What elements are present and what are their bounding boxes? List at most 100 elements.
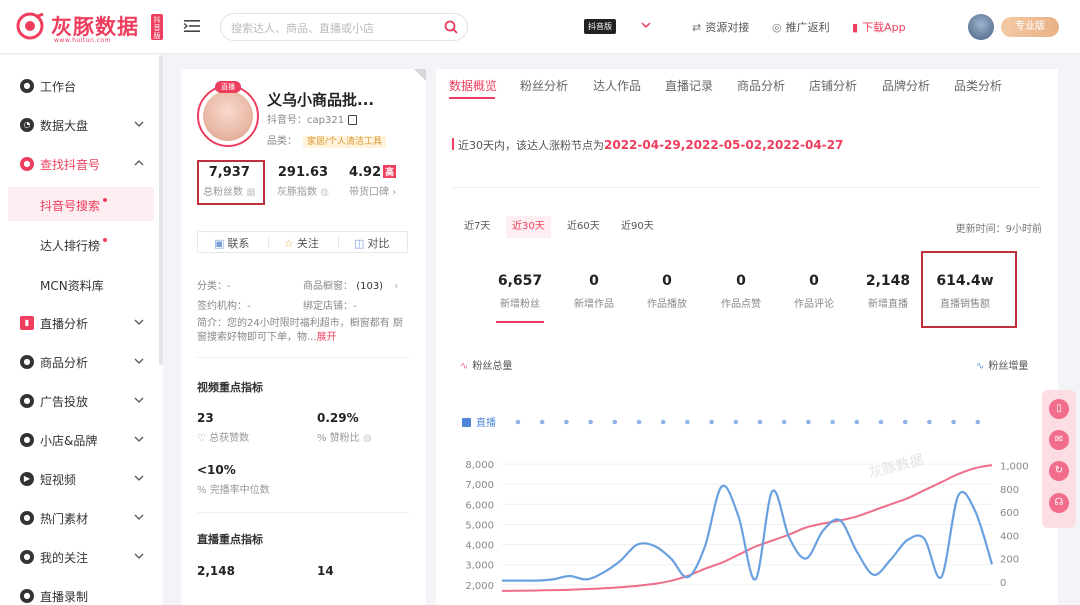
- tab-goods-analysis[interactable]: 商品分析: [737, 77, 785, 94]
- tab-fans-analysis[interactable]: 粉丝分析: [520, 77, 568, 94]
- data-icon: ◔: [20, 118, 34, 132]
- sidebar-item-my-follow[interactable]: ● 我的关注: [0, 538, 158, 576]
- live-dot[interactable]: [975, 419, 981, 425]
- sidebar-item-hot-material[interactable]: ● 热门素材: [0, 499, 158, 537]
- live-dot[interactable]: [539, 419, 545, 425]
- resource-link[interactable]: ⇄ 资源对接: [692, 19, 749, 35]
- help-icon[interactable]: ◍: [320, 187, 329, 198]
- sidebar-item-ads[interactable]: ● 广告投放: [0, 382, 158, 420]
- sidebar-subitem-mcn[interactable]: MCN资料库: [0, 267, 158, 301]
- pro-badge[interactable]: 专业版: [1001, 17, 1059, 37]
- live-dot[interactable]: [854, 419, 860, 425]
- sidebar-item-data-overview[interactable]: ◔ 数据大盘: [0, 106, 158, 144]
- notice-prefix: 近30天内，该达人涨粉节点为: [458, 139, 604, 152]
- live-dot[interactable]: [564, 419, 569, 425]
- kpi-new-works[interactable]: 0 新增作品: [562, 273, 626, 310]
- metric-total-likes: 23 ♡ 总获赞数: [197, 411, 249, 444]
- tab-shop-analysis[interactable]: 店铺分析: [809, 77, 857, 94]
- live-dot[interactable]: [757, 419, 763, 425]
- phone-icon[interactable]: ▯: [1049, 399, 1069, 419]
- kpi-work-likes[interactable]: 0 作品点赞: [709, 273, 773, 310]
- kpi-new-fans[interactable]: 6,657 新增粉丝: [488, 273, 552, 310]
- tab-works[interactable]: 达人作品: [593, 77, 641, 94]
- live-dot[interactable]: [636, 419, 642, 425]
- tab-category-analysis[interactable]: 品类分析: [954, 77, 1002, 94]
- live-dot[interactable]: [709, 419, 714, 425]
- menu-toggle-icon[interactable]: [183, 17, 201, 35]
- legend-fans-total[interactable]: ∿ 粉丝总量: [460, 357, 512, 372]
- search-input[interactable]: [231, 19, 436, 37]
- tab-brand-analysis[interactable]: 品牌分析: [882, 77, 930, 94]
- compare-button[interactable]: ◫ 对比: [354, 235, 389, 251]
- live-dot[interactable]: [830, 419, 835, 425]
- kpi-work-plays[interactable]: 0 作品播放: [635, 273, 699, 310]
- sidebar-item-live-analysis[interactable]: ▮ 直播分析: [0, 304, 158, 342]
- live-dot[interactable]: [878, 419, 884, 425]
- live-dot[interactable]: [733, 419, 739, 425]
- download-app-link[interactable]: ▮ 下载App: [852, 19, 906, 35]
- live-tag: 直播: [215, 81, 241, 93]
- kpi-new-lives[interactable]: 2,148 新增直播: [856, 273, 920, 310]
- range-30-days[interactable]: 近30天: [506, 216, 551, 238]
- sidebar-item-find-account[interactable]: ● 查找抖音号: [0, 145, 158, 183]
- live-dot[interactable]: [660, 419, 666, 425]
- contact-button[interactable]: ▣ 联系: [214, 235, 249, 251]
- video-icon: ▶: [20, 472, 34, 486]
- tab-data-overview[interactable]: 数据概览: [449, 77, 497, 94]
- right-tick-label: 600: [1000, 508, 1019, 519]
- range-60-days[interactable]: 近60天: [561, 216, 606, 238]
- share-icon[interactable]: ↻: [1049, 461, 1069, 481]
- search-icon[interactable]: [444, 20, 458, 34]
- sidebar-item-label: 查找抖音号: [40, 158, 101, 172]
- live-dot[interactable]: [781, 419, 787, 425]
- tab-live-records[interactable]: 直播记录: [665, 77, 713, 94]
- copy-icon[interactable]: [348, 115, 358, 125]
- main-panel: 数据概览 粉丝分析 达人作品 直播记录 商品分析 店铺分析 品牌分析 品类分析 …: [436, 69, 1058, 605]
- sidebar-item-goods-analysis[interactable]: ● 商品分析: [0, 343, 158, 381]
- percent-icon: %: [317, 433, 330, 444]
- sidebar-subitem-account-search[interactable]: 抖音号搜索: [8, 187, 154, 221]
- range-7-days[interactable]: 近7天: [458, 216, 496, 238]
- headset-icon[interactable]: ☊: [1049, 493, 1069, 513]
- search-user-icon: ●: [20, 157, 34, 171]
- brand-logo[interactable]: 灰豚数据 www.huitun.com 抖音版: [16, 10, 163, 44]
- help-icon[interactable]: ◍: [363, 433, 372, 444]
- chevron-down-icon: [641, 22, 651, 29]
- kpi-value: 0: [809, 273, 819, 289]
- dashboard-icon: ●: [20, 79, 34, 93]
- stat-label[interactable]: 带货口碑 ›: [349, 183, 396, 198]
- wave-icon: ∿: [976, 361, 985, 372]
- sidebar-item-shop-brand[interactable]: ● 小店&品牌: [0, 421, 158, 459]
- metric-value: 14: [317, 564, 334, 578]
- live-dot[interactable]: [806, 419, 811, 425]
- sidebar-item-short-video[interactable]: ▶ 短视频: [0, 460, 158, 498]
- sidebar-item-live-record[interactable]: ● 直播录制: [0, 577, 158, 605]
- range-90-days[interactable]: 近90天: [615, 216, 660, 238]
- sidebar-item-workbench[interactable]: ● 工作台: [0, 67, 158, 105]
- mail-icon[interactable]: ✉: [1049, 430, 1069, 450]
- legend-fans-increment[interactable]: ∿ 粉丝增量: [976, 357, 1028, 372]
- platform-switch[interactable]: 抖音版: [584, 19, 651, 35]
- stat-label-text: 灰豚指数: [277, 187, 317, 198]
- new-dot: [103, 238, 108, 242]
- info-value: -: [353, 301, 357, 312]
- metric-label: % 完播率中位数: [197, 481, 270, 496]
- sidebar-subitem-ranking[interactable]: 达人排行榜: [0, 227, 158, 261]
- user-avatar[interactable]: [968, 14, 994, 40]
- live-dot[interactable]: [515, 419, 521, 425]
- live-dot[interactable]: [951, 419, 956, 425]
- live-dot[interactable]: [902, 419, 908, 425]
- kpi-work-comments[interactable]: 0 作品评论: [782, 273, 846, 310]
- live-dot[interactable]: [685, 419, 690, 425]
- search-box: [220, 13, 468, 41]
- intro-expand-link[interactable]: 展开: [317, 332, 337, 343]
- sidebar-scrollbar[interactable]: [159, 55, 163, 365]
- info-showcase[interactable]: 商品橱窗： (103) ›: [303, 277, 398, 292]
- follow-button[interactable]: ☆ 关注: [284, 235, 319, 251]
- live-dot[interactable]: [612, 419, 618, 425]
- live-dot[interactable]: [588, 419, 593, 425]
- live-dot[interactable]: [927, 419, 932, 425]
- referral-link[interactable]: ◎ 推广返利: [772, 19, 830, 35]
- profile-avatar[interactable]: 直播: [197, 81, 259, 147]
- sidebar: ● 工作台 ◔ 数据大盘 ● 查找抖音号 抖音号搜索 达人排行榜 MCN资料库 …: [0, 55, 163, 605]
